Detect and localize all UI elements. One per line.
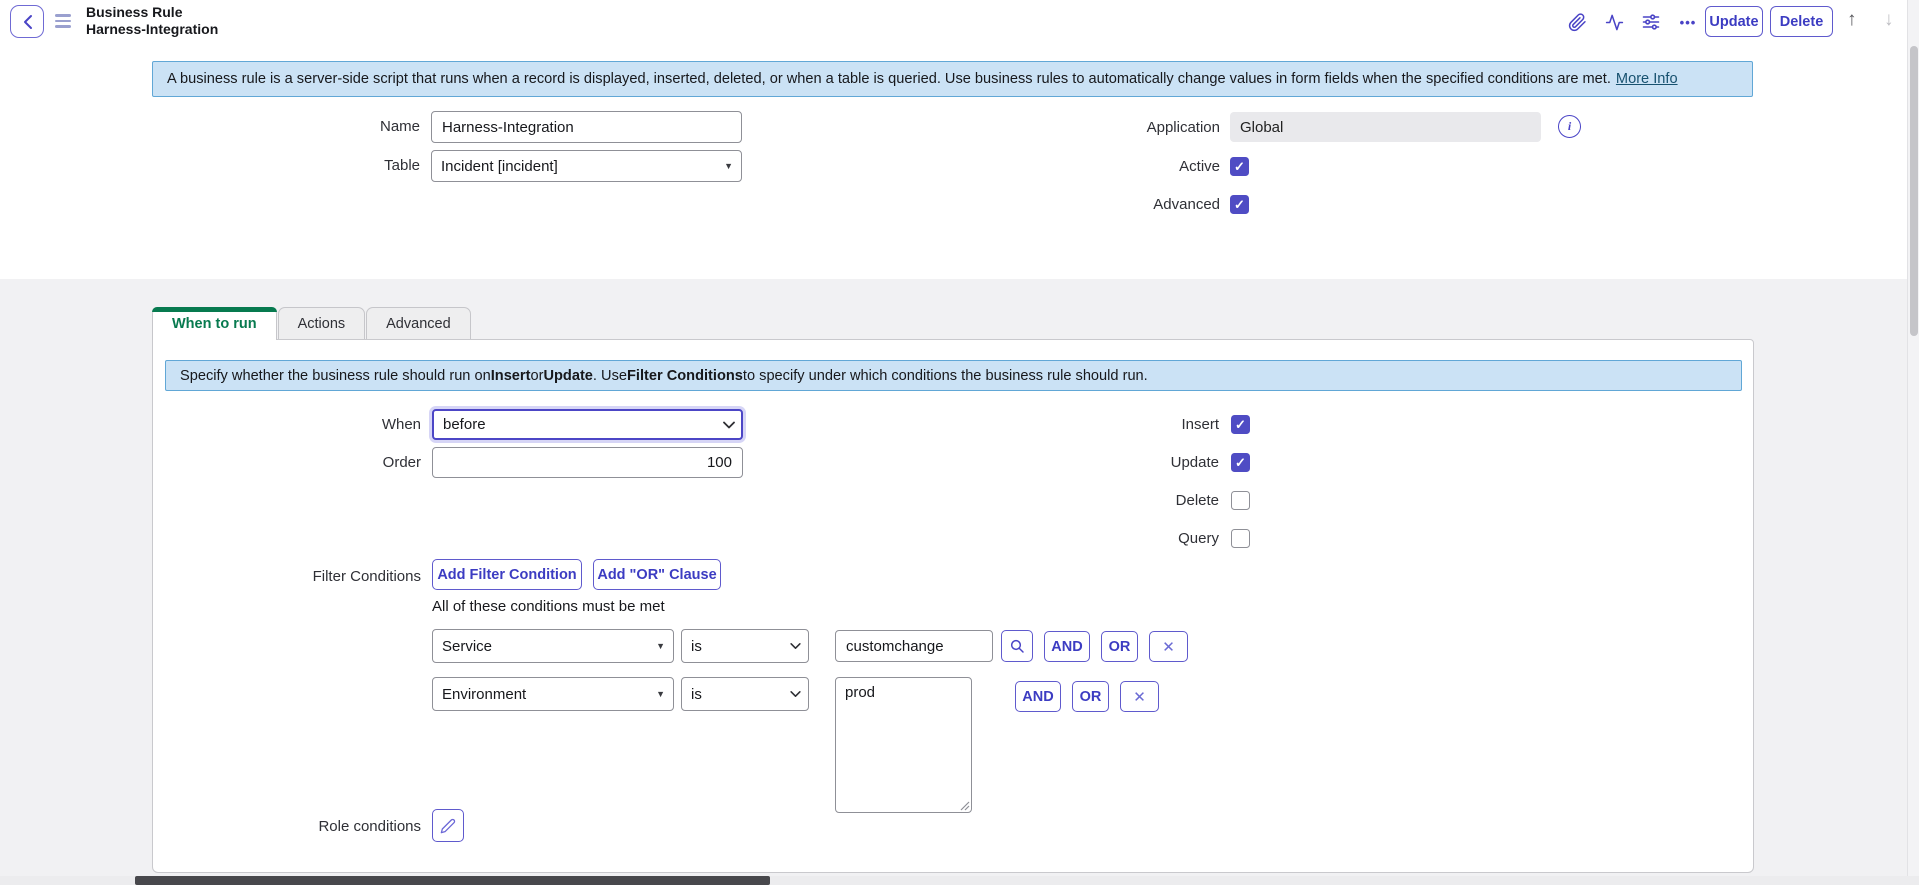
record-title: Business Rule Harness-Integration <box>86 4 218 38</box>
insert-label: Insert <box>153 416 1219 433</box>
remove-condition-button[interactable]: ✕ <box>1120 681 1159 712</box>
table-label: Table <box>0 157 420 174</box>
edit-role-conditions-button[interactable] <box>432 809 464 842</box>
lookup-button[interactable] <box>1001 630 1033 662</box>
application-label: Application <box>800 119 1220 136</box>
or-button[interactable]: OR <box>1072 681 1109 712</box>
condition-field-select[interactable]: Service ▼ <box>432 629 674 663</box>
chevron-left-icon <box>22 14 33 30</box>
application-input <box>1230 112 1541 142</box>
info-banner-text: A business rule is a server-side script … <box>167 71 1611 87</box>
page-title: Business Rule <box>86 4 218 21</box>
close-icon: ✕ <box>1133 688 1146 706</box>
more-info-link[interactable]: More Info <box>1616 71 1678 87</box>
remove-condition-button[interactable]: ✕ <box>1149 631 1188 662</box>
and-button[interactable]: AND <box>1044 631 1090 662</box>
delete-checkbox[interactable] <box>1231 491 1250 510</box>
condition-field-select[interactable]: Environment ▼ <box>432 677 674 711</box>
check-icon: ✓ <box>1235 455 1246 471</box>
record-name: Harness-Integration <box>86 21 218 38</box>
form-header: Business Rule Harness-Integration ••• Up… <box>0 0 1919 44</box>
filter-conditions-label: Filter Conditions <box>153 568 421 585</box>
role-conditions-label: Role conditions <box>153 818 421 835</box>
vertical-scrollbar-thumb[interactable] <box>1910 46 1918 336</box>
tab-strip: When to run Actions Advanced <box>152 307 472 340</box>
update-button[interactable]: Update <box>1705 6 1763 37</box>
delete-label: Delete <box>153 492 1219 509</box>
back-button[interactable] <box>10 5 44 38</box>
tab-actions[interactable]: Actions <box>278 307 366 339</box>
name-label: Name <box>0 118 420 135</box>
condition-value-input[interactable] <box>835 630 993 662</box>
update-checkbox[interactable]: ✓ <box>1231 453 1250 472</box>
add-filter-condition-button[interactable]: Add Filter Condition <box>432 559 582 590</box>
check-icon: ✓ <box>1234 197 1245 213</box>
insert-checkbox[interactable]: ✓ <box>1231 415 1250 434</box>
update-label: Update <box>153 454 1219 471</box>
query-checkbox[interactable] <box>1231 529 1250 548</box>
search-icon <box>1009 638 1025 654</box>
add-or-clause-button[interactable]: Add "OR" Clause <box>593 559 721 590</box>
check-icon: ✓ <box>1235 417 1246 433</box>
advanced-checkbox[interactable]: ✓ <box>1230 195 1249 214</box>
horizontal-scrollbar-thumb[interactable] <box>135 876 770 885</box>
query-label: Query <box>153 530 1219 547</box>
tab-info-banner: Specify whether the business rule should… <box>165 360 1742 391</box>
tab-when-to-run[interactable]: When to run <box>152 307 277 340</box>
delete-button[interactable]: Delete <box>1770 6 1833 37</box>
more-options-icon[interactable]: ••• <box>1676 10 1700 34</box>
and-button[interactable]: AND <box>1015 681 1061 712</box>
info-banner: A business rule is a server-side script … <box>152 61 1753 97</box>
application-info-icon[interactable]: i <box>1558 115 1581 138</box>
attachment-icon[interactable] <box>1565 10 1589 34</box>
condition-operator-select[interactable]: is <box>681 629 809 663</box>
when-to-run-panel: Specify whether the business rule should… <box>152 339 1754 873</box>
vertical-scrollbar[interactable] <box>1907 0 1919 885</box>
context-menu-icon[interactable] <box>55 14 71 28</box>
tab-advanced[interactable]: Advanced <box>366 307 471 339</box>
name-input[interactable] <box>431 111 742 143</box>
activity-stream-icon[interactable] <box>1602 10 1626 34</box>
close-icon: ✕ <box>1162 638 1175 656</box>
condition-operator-select[interactable]: is <box>681 677 809 711</box>
check-icon: ✓ <box>1234 159 1245 175</box>
active-checkbox[interactable]: ✓ <box>1230 157 1249 176</box>
table-select[interactable]: Incident [incident] ▼ <box>431 150 742 182</box>
previous-record-icon[interactable]: ↑ <box>1847 9 1857 31</box>
horizontal-scrollbar[interactable] <box>0 876 1919 885</box>
business-rule-form-page: Business Rule Harness-Integration ••• Up… <box>0 0 1919 885</box>
condition-value-textarea[interactable]: prod <box>835 677 972 813</box>
pencil-icon <box>440 818 456 834</box>
advanced-label: Advanced <box>800 196 1220 213</box>
active-label: Active <box>800 158 1220 175</box>
or-button[interactable]: OR <box>1101 631 1138 662</box>
condition-match-text: All of these conditions must be met <box>432 598 665 615</box>
tab-banner-text: Specify whether the business rule should… <box>180 368 491 384</box>
personalize-form-icon[interactable] <box>1639 10 1663 34</box>
next-record-icon[interactable]: ↓ <box>1884 9 1894 31</box>
